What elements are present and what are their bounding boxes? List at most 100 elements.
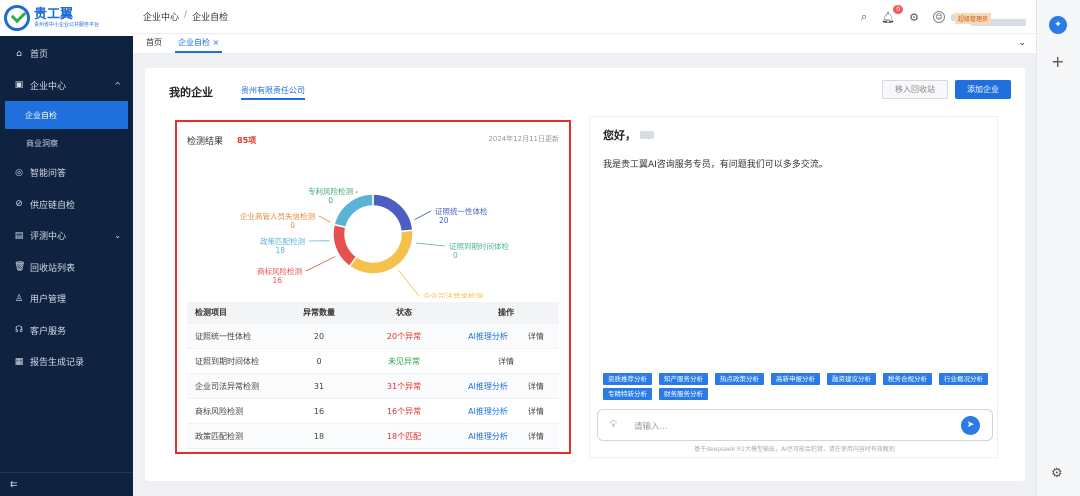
results-panel: 检测结果 85项 2024年12月11日更新 证照统一性体检 20 证照到期时间体检… [175, 120, 571, 454]
row-item: 企业司法异常检测 [195, 381, 259, 391]
quick-topic-chips: 资质推荐分析 知产服务分析 热点政策分析 高新申报分析 融资建议分析 税务合规分析 行业概况… [603, 373, 993, 400]
table-row: 证照到期时间体检 0 未见异常 详情 [187, 349, 559, 374]
sidebar-item-label: 智能问答 [30, 169, 67, 180]
detail-link[interactable]: 详情 [528, 406, 544, 417]
home-icon: ⌂ [16, 48, 22, 59]
leader-line [318, 215, 331, 223]
donut-slice[interactable] [332, 223, 358, 268]
company-tab[interactable]: 贵州有限责任公司 [241, 82, 305, 100]
sidebar-item-label: 首页 [30, 50, 49, 61]
donut-chart: 证照统一性体检20证照到期时间体检0企业司法异常检测31商标风险检测16政策匹配… [240, 186, 509, 298]
topic-chip[interactable]: 高新申报分析 [771, 373, 820, 385]
sidebar-item[interactable]: 🗑 回收站列表 [0, 252, 133, 284]
results-table: 检测项目 异常数量 状态 操作 证照统一性体检 20 20个异常 AI推理分析 详情 证照… [187, 302, 559, 449]
row-status: 31个异常 [386, 381, 422, 391]
assistant-panel: 您好， 我是贵工翼AI咨询服务专员，有问题我们可以多多交流。 资质推荐分析 知产服… [589, 116, 998, 458]
results-title: 检测结果 [187, 137, 224, 147]
row-count: 20 [313, 331, 325, 341]
slice-value: 0 [328, 196, 333, 205]
gear-icon[interactable]: ⚙ [909, 11, 919, 24]
col-action-header: 操作 [498, 308, 514, 317]
topic-chip[interactable]: 专精特新分析 [603, 388, 652, 400]
donut-slice[interactable] [372, 193, 414, 233]
plus-icon[interactable]: + [1051, 52, 1064, 71]
col-count-header: 异常数量 [303, 308, 335, 317]
chevron-up-icon: ^ [114, 80, 121, 90]
ai-analysis-link[interactable]: AI推理分析 [468, 431, 508, 442]
sidebar-item-label: 回收站列表 [30, 263, 76, 274]
logo[interactable]: 贵工翼 贵州省中小企业公共服务平台 [0, 0, 133, 36]
ai-analysis-link[interactable]: AI推理分析 [468, 331, 508, 342]
assistant-logo-icon[interactable]: ✦ [1049, 16, 1067, 34]
detail-link[interactable]: 详情 [528, 331, 544, 342]
topic-chip[interactable]: 知产服务分析 [659, 373, 708, 385]
chevron-down-icon: ⌄ [114, 231, 121, 241]
slice-value: 20 [439, 216, 449, 225]
topic-chip[interactable]: 税务合规分析 [883, 373, 932, 385]
sidebar-subitem[interactable]: 商业洞察 [0, 129, 133, 157]
topic-chip[interactable]: 资质推荐分析 [603, 373, 652, 385]
briefcase-icon: ▣ [14, 80, 24, 91]
col-status-header: 状态 [396, 308, 412, 317]
sidebar-item[interactable]: ◎ 智能问答 [0, 157, 133, 189]
detail-link[interactable]: 详情 [528, 381, 544, 392]
sidebar-item[interactable]: ♙ 用户管理 [0, 283, 133, 315]
chat-input-placeholder: 请输入... [634, 422, 668, 432]
table-row: 政策匹配检测 18 18个匹配 AI推理分析 详情 [187, 424, 559, 449]
sidebar-item[interactable]: ▦ 报告生成记录 [0, 346, 133, 378]
company-tab-label: 贵州有限责任公司 [241, 85, 305, 95]
breadcrumb-item[interactable]: 企业中心 [143, 10, 179, 23]
slice-label: 政策匹配检测 [260, 236, 305, 246]
user-menu[interactable]: ☺ 超级管理员 [933, 9, 1026, 26]
sidebar-item-label: 供应链自检 [30, 200, 76, 211]
sidebar-item[interactable]: ▣ 企业中心 ^ [0, 70, 133, 102]
slice-label: 企业高管人员失信检测 [240, 211, 315, 221]
row-count: 0 [316, 356, 322, 366]
assistant-intro: 我是贵工翼AI咨询服务专员，有问题我们可以多多交流。 [603, 160, 828, 170]
leader-line [305, 256, 336, 272]
detail-link[interactable]: 详情 [498, 356, 514, 367]
tab-self-check[interactable]: 企业自检 × [175, 35, 223, 53]
ai-analysis-link[interactable]: AI推理分析 [468, 381, 508, 392]
topic-chip[interactable]: 行业概况分析 [939, 373, 988, 385]
ai-analysis-link[interactable]: AI推理分析 [468, 406, 508, 417]
table-row: 商标风险检测 16 16个异常 AI推理分析 详情 [187, 399, 559, 424]
row-item: 商标风险检测 [195, 406, 243, 416]
detail-link[interactable]: 详情 [528, 431, 544, 442]
role-badge: 超级管理员 [955, 12, 992, 24]
tab-home[interactable]: 首页 [143, 35, 165, 53]
chat-input[interactable]: 💡︎ 请输入... ➤ [597, 409, 993, 441]
link-icon: ⊘ [15, 199, 23, 210]
donut-slice[interactable] [348, 229, 414, 275]
headset-icon: ☊ [15, 325, 23, 336]
leader-line [398, 269, 420, 297]
sidebar-item[interactable]: ☊ 客户服务 [0, 315, 133, 347]
sidebar-item[interactable]: ▤ 评测中心 ⌄ [0, 220, 133, 252]
row-count: 18 [313, 431, 325, 441]
topic-chip[interactable]: 财务服务分析 [659, 388, 708, 400]
settings-icon[interactable]: ⚙ [1051, 466, 1063, 481]
lightbulb-icon[interactable]: 💡︎ [610, 419, 617, 430]
sidebar-subitem[interactable]: 企业自检 [5, 101, 128, 129]
row-count: 31 [313, 381, 325, 391]
sidebar-item[interactable]: ⊘ 供应链自检 [0, 189, 133, 221]
donut-slice[interactable] [333, 193, 374, 229]
sidebar-item[interactable]: ⌂ 首页 [0, 38, 133, 70]
add-company-button[interactable]: 添加企业 [955, 80, 1011, 99]
user-icon: ♙ [14, 293, 24, 304]
sidebar-item-label: 客户服务 [30, 326, 67, 337]
search-icon[interactable]: ⌕ [861, 10, 867, 24]
sidebar-nav: ⌂ 首页 ▣ 企业中心 ^ 企业自检 商业洞察 ◎ 智能问答 ⊘ 供应链自检 ▤ 评测中心 ⌄ 🗑 回收站列表… [0, 38, 133, 378]
bell-icon[interactable]: 🔔︎ 0 [881, 4, 904, 24]
slice-label: 证照到期时间体检 [449, 241, 509, 251]
topic-chip[interactable]: 融资建议分析 [827, 373, 876, 385]
topic-chip[interactable]: 热点政策分析 [715, 373, 764, 385]
row-status: 18个匹配 [386, 431, 422, 441]
slice-label: 证照统一性体检 [435, 206, 488, 216]
send-button[interactable]: ➤ [961, 416, 980, 435]
chevron-down-icon[interactable]: ⌄ [1018, 38, 1026, 48]
slice-value: 18 [275, 246, 285, 255]
move-to-recycle-button[interactable]: 移入回收站 [882, 80, 948, 99]
table-row: 证照统一性体检 20 20个异常 AI推理分析 详情 [187, 324, 559, 349]
collapse-sidebar-icon[interactable]: ⇇ [0, 472, 133, 496]
